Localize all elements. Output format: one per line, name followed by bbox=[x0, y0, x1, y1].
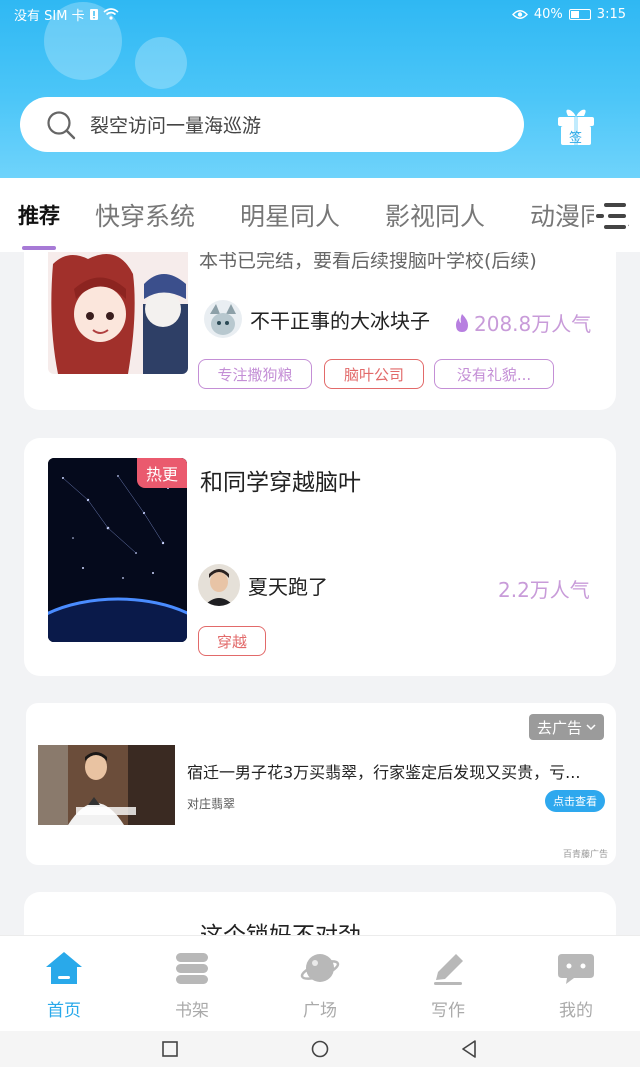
book-cover bbox=[48, 252, 188, 374]
home-circle-icon[interactable] bbox=[311, 1040, 329, 1058]
sim-icon bbox=[89, 8, 98, 20]
remove-ad-label: 去广告 bbox=[536, 718, 582, 737]
nav-label: 首页 bbox=[47, 1001, 81, 1021]
tab-recommend[interactable]: 推荐 bbox=[18, 178, 60, 252]
book-tag[interactable]: 穿越 bbox=[198, 626, 266, 656]
chevron-down-icon bbox=[586, 724, 596, 731]
tag-label: 没有礼貌... bbox=[456, 365, 532, 384]
search-placeholder: 裂空访问一量海巡游 bbox=[90, 115, 262, 137]
battery-icon bbox=[568, 8, 591, 20]
eye-icon bbox=[511, 9, 528, 19]
book-tag[interactable]: 脑叶公司 bbox=[324, 359, 424, 389]
search-icon bbox=[47, 110, 76, 139]
author-name: 夏天跑了 bbox=[248, 574, 328, 599]
nav-label: 广场 bbox=[303, 1001, 337, 1021]
book-author[interactable]: 不干正事的大冰块子 bbox=[204, 300, 430, 338]
book-tag[interactable]: 专注撒狗粮 bbox=[198, 359, 312, 389]
popularity-value: 2.2万人气 bbox=[498, 578, 590, 602]
author-name: 不干正事的大冰块子 bbox=[250, 308, 430, 333]
recent-apps-icon[interactable] bbox=[162, 1041, 178, 1057]
popularity: 2.2万人气 bbox=[498, 574, 590, 603]
category-menu-button[interactable] bbox=[594, 200, 628, 232]
search-input[interactable]: 裂空访问一量海巡游 bbox=[20, 97, 524, 152]
carrier-text: 没有 SIM 卡 bbox=[14, 8, 85, 24]
category-tabs: 推荐 快穿系统 明星同人 影视同人 动漫同人 bbox=[0, 178, 640, 252]
back-triangle-icon[interactable] bbox=[461, 1040, 477, 1058]
nav-home[interactable]: 首页 bbox=[24, 950, 104, 1021]
nav-label: 写作 bbox=[431, 1001, 465, 1021]
book-author[interactable]: 夏天跑了 bbox=[198, 564, 328, 606]
tag-label: 专注撒狗粮 bbox=[217, 365, 293, 384]
pen-icon bbox=[434, 954, 463, 985]
wifi-icon bbox=[103, 8, 119, 20]
bookshelf-icon bbox=[176, 953, 208, 984]
chat-bubble-icon bbox=[558, 954, 594, 984]
ad-source: 对庄翡翠 bbox=[187, 797, 236, 811]
nav-label: 我的 bbox=[559, 1001, 593, 1021]
flame-icon bbox=[456, 313, 468, 332]
avatar bbox=[198, 564, 240, 606]
checkin-gift-button[interactable]: 签 bbox=[556, 108, 596, 146]
book-cover: 热更 bbox=[48, 458, 187, 642]
ad-title: 宿迁一男子花3万买翡翠，行家鉴定后发现又买贵，亏... bbox=[187, 763, 581, 782]
book-feed: 本书已完结，要看后续搜脑叶学校(后续) 不干正事的大冰块子 208.8万人气 专… bbox=[0, 252, 640, 935]
battery-percent: 40% bbox=[533, 6, 563, 22]
home-icon bbox=[46, 952, 82, 984]
system-navigation-bar bbox=[0, 1031, 640, 1067]
book-tag[interactable]: 没有礼貌... bbox=[434, 359, 554, 389]
avatar bbox=[204, 300, 242, 338]
nav-plaza[interactable]: 广场 bbox=[280, 950, 360, 1021]
book-title: 和同学穿越脑叶 bbox=[200, 470, 361, 496]
active-tab-indicator bbox=[22, 246, 56, 250]
book-card[interactable]: 热更 和同学穿越脑叶 夏天跑了 2.2万人气 穿越 bbox=[24, 438, 616, 676]
popularity: 208.8万人气 bbox=[454, 308, 591, 337]
nav-profile[interactable]: 我的 bbox=[536, 950, 616, 1021]
nav-write[interactable]: 写作 bbox=[408, 950, 488, 1021]
tab-quick-transmigration[interactable]: 快穿系统 bbox=[95, 178, 195, 252]
nav-label: 书架 bbox=[175, 1001, 209, 1021]
tab-label: 推荐 bbox=[18, 204, 60, 228]
tab-label: 快穿系统 bbox=[95, 202, 196, 231]
decorative-bubble-small bbox=[135, 37, 187, 89]
tab-celebrity-fanfic[interactable]: 明星同人 bbox=[240, 178, 340, 252]
tag-label: 脑叶公司 bbox=[343, 365, 404, 384]
checkin-label: 签 bbox=[569, 131, 583, 146]
book-title: 本书已完结，要看后续搜脑叶学校(后续) bbox=[199, 252, 537, 272]
popularity-value: 208.8万人气 bbox=[474, 312, 592, 336]
book-title: 这个锁妈不对劲 bbox=[200, 916, 361, 935]
menu-icon bbox=[596, 203, 626, 229]
book-cover bbox=[48, 912, 187, 935]
anime-cover-art bbox=[51, 254, 188, 374]
planet-icon bbox=[300, 954, 340, 982]
status-bar: 没有 SIM 卡 40% 3:15 bbox=[0, 0, 640, 28]
ad-image bbox=[38, 745, 175, 825]
tab-film-tv-fanfic[interactable]: 影视同人 bbox=[385, 178, 485, 252]
tab-label: 影视同人 bbox=[385, 202, 486, 231]
nav-bookshelf[interactable]: 书架 bbox=[152, 950, 232, 1021]
tab-label: 明星同人 bbox=[240, 202, 341, 231]
book-card[interactable]: 这个锁妈不对劲 bbox=[24, 892, 616, 935]
bottom-navigation: 首页 书架 广场 写作 我的 bbox=[0, 935, 640, 1031]
hot-update-badge: 热更 bbox=[136, 458, 187, 488]
ad-card[interactable]: 去广告 宿迁一男子花3万买翡翠，行家鉴定后发现又买贵，亏... 对庄翡翠 点击查… bbox=[26, 703, 616, 865]
remove-ad-button[interactable]: 去广告 bbox=[528, 714, 604, 740]
clock: 3:15 bbox=[596, 6, 626, 22]
ad-view-button[interactable]: 点击查看 bbox=[545, 790, 605, 812]
ad-footnote: 百青藤广告 bbox=[562, 850, 608, 860]
tag-label: 穿越 bbox=[216, 632, 247, 651]
book-card[interactable]: 本书已完结，要看后续搜脑叶学校(后续) 不干正事的大冰块子 208.8万人气 专… bbox=[24, 252, 616, 410]
